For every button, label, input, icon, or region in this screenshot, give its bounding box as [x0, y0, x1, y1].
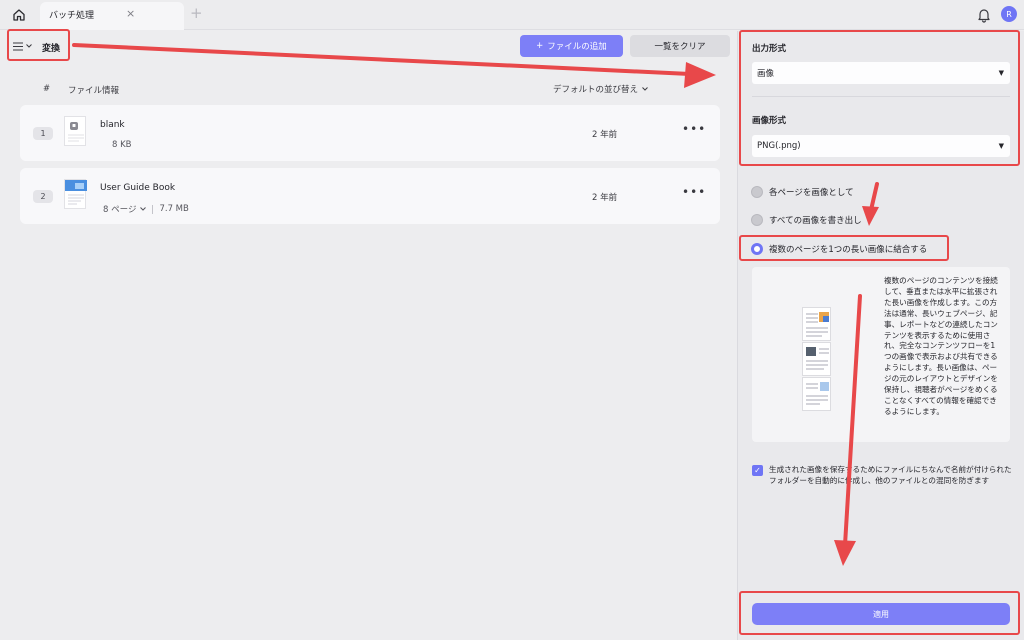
file-row[interactable]: 2 User Guide Book 8 ページ 7.7 MB 2 年前 •••	[20, 168, 720, 224]
file-list-area: 変換 + ファイルの追加 一覧をクリア # ファイル情報 デフォルトの並び替え …	[0, 31, 736, 640]
file-size: 7.7 MB	[159, 204, 189, 214]
option-export-all[interactable]: すべての画像を書き出し	[751, 214, 862, 226]
hamburger-icon	[13, 41, 23, 51]
option-merge-long-image[interactable]: 複数のページを1つの長い画像に結合する	[751, 243, 927, 255]
file-name: blank	[100, 120, 125, 130]
mode-label: 変換	[42, 44, 61, 54]
column-file-info: ファイル情報	[68, 86, 120, 96]
title-bar: バッチ処理 × + R	[0, 0, 1024, 30]
avatar[interactable]: R	[1001, 6, 1017, 22]
add-file-label: ファイルの追加	[547, 42, 607, 52]
meta-divider	[152, 204, 154, 214]
file-meta: 8 ページ 7.7 MB	[100, 203, 189, 215]
output-format-label: 出力形式	[752, 44, 787, 54]
file-row[interactable]: 1 blank 8 KB 2 年前 •••	[20, 105, 720, 161]
file-time: 2 年前	[592, 130, 618, 140]
close-icon[interactable]: ×	[126, 7, 135, 20]
image-format-value: PNG(.png)	[757, 141, 801, 151]
tab-title: バッチ処理	[49, 11, 95, 21]
description-text: 複数のページのコンテンツを接続して、垂直または水平に拡張された長い画像を作成しま…	[884, 276, 998, 416]
checkbox-checked[interactable]: ✓	[752, 465, 763, 476]
page-range-dropdown[interactable]: 8 ページ	[103, 203, 147, 215]
chevron-down-icon	[26, 44, 32, 48]
apply-button[interactable]: 適用	[752, 603, 1010, 625]
more-icon[interactable]: •••	[682, 122, 706, 136]
radio-button[interactable]	[751, 186, 763, 198]
column-number: #	[43, 84, 51, 94]
file-name: User Guide Book	[100, 183, 176, 193]
sort-label: デフォルトの並び替え	[553, 85, 639, 95]
option-label: 各ページを画像として	[769, 188, 854, 198]
chevron-down-icon	[642, 87, 648, 91]
chevron-down-icon	[140, 207, 147, 211]
dropdown-arrow-icon: ▼	[998, 142, 1004, 150]
menu-button[interactable]	[13, 39, 32, 53]
image-format-select[interactable]: PNG(.png) ▼	[752, 135, 1010, 157]
sort-dropdown[interactable]: デフォルトの並び替え	[553, 83, 648, 95]
bell-icon[interactable]	[976, 7, 992, 23]
image-format-label: 画像形式	[752, 116, 787, 126]
add-file-button[interactable]: + ファイルの追加	[520, 35, 623, 57]
radio-button-selected[interactable]	[751, 243, 763, 255]
file-meta: 8 KB	[100, 140, 132, 150]
home-icon[interactable]	[10, 6, 28, 24]
radio-button[interactable]	[751, 214, 763, 226]
option-label: 複数のページを1つの長い画像に結合する	[769, 245, 928, 255]
file-size: 8 KB	[112, 140, 132, 150]
option-each-page[interactable]: 各ページを画像として	[751, 186, 854, 198]
output-format-select[interactable]: 画像 ▼	[752, 62, 1010, 84]
create-folder-option[interactable]: ✓ 生成された画像を保存するためにファイルにちなんで名前が付けられたフォルダーを…	[752, 464, 1014, 486]
more-icon[interactable]: •••	[682, 185, 706, 199]
settings-panel: 出力形式 画像 ▼ 画像形式 PNG(.png) ▼ 各ページを画像として すべ…	[737, 31, 1024, 640]
file-thumbnail	[64, 116, 86, 146]
divider	[752, 96, 1010, 97]
plus-icon: +	[536, 41, 544, 51]
create-folder-label: 生成された画像を保存するためにファイルにちなんで名前が付けられたフォルダーを自動…	[769, 465, 1012, 485]
file-index: 2	[33, 190, 53, 203]
file-thumbnail	[64, 179, 87, 209]
clear-list-button[interactable]: 一覧をクリア	[630, 35, 730, 57]
option-description: 複数のページのコンテンツを接続して、垂直または水平に拡張された長い画像を作成しま…	[752, 267, 1010, 442]
option-label: すべての画像を書き出し	[769, 216, 862, 226]
output-format-value: 画像	[757, 69, 775, 79]
dropdown-arrow-icon: ▼	[998, 69, 1004, 77]
long-image-preview	[802, 307, 832, 412]
file-index: 1	[33, 127, 53, 140]
add-tab-icon[interactable]: +	[190, 4, 203, 22]
page-count: 8 ページ	[103, 205, 137, 215]
file-time: 2 年前	[592, 193, 618, 203]
